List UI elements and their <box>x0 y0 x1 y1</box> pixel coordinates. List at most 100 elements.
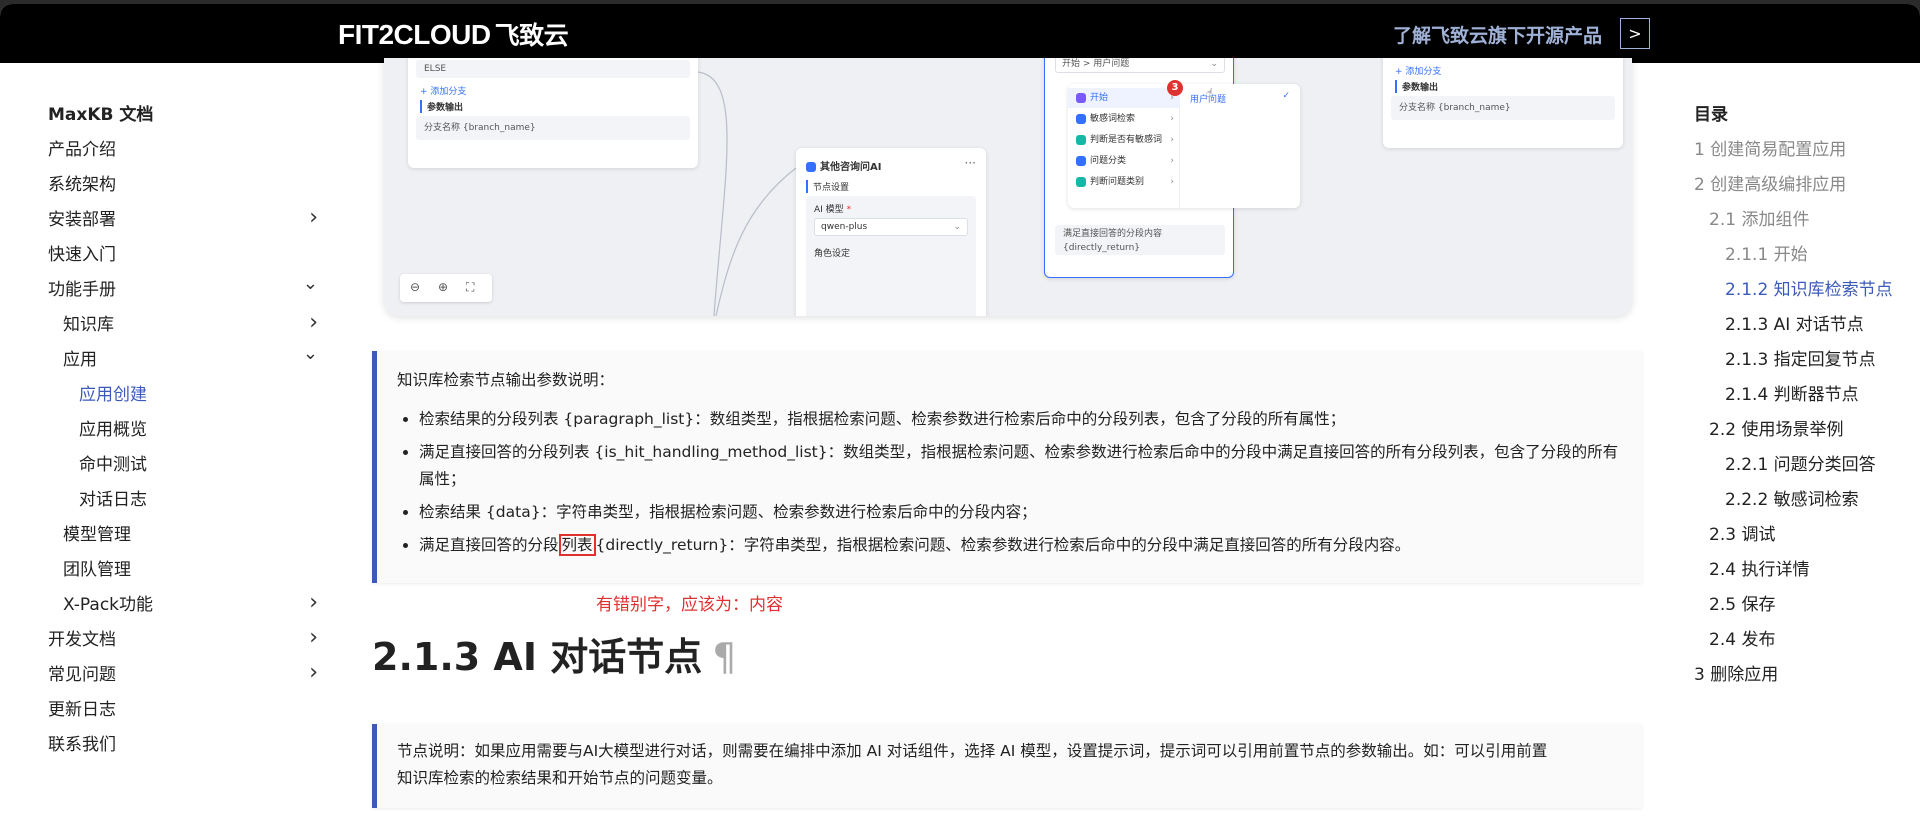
chevron-right-icon[interactable]: > <box>1620 18 1650 49</box>
sidebar-item[interactable]: X-Pack功能 › <box>48 588 318 623</box>
chevron-right-icon[interactable]: › <box>309 586 318 620</box>
variable-select-value: 开始 > 用户问题 <box>1062 59 1130 69</box>
right-condition-node-card: + 添加分支 参数输出 分支名称 {branch_name} <box>1383 58 1623 148</box>
toc-item[interactable]: 2.5 保存 <box>1694 588 1920 623</box>
sidebar-item-label: 命中测试 <box>79 455 147 475</box>
toc-item[interactable]: 3 删除应用 <box>1694 658 1920 693</box>
sidebar-item[interactable]: 知识库 › <box>48 308 318 343</box>
toc-item[interactable]: 2.3 调试 <box>1694 518 1920 553</box>
sidebar-item[interactable]: 应用 ⌄ <box>48 343 318 378</box>
fit-view-icon: ⛶ <box>466 280 475 294</box>
ai-chat-node-card: 其他咨询问AI ··· 节点设置 AI 模型 * qwen-plus ⌄ 角色设… <box>796 148 986 316</box>
sidebar-item[interactable]: 产品介绍 <box>48 133 318 168</box>
brand-name-cn: 飞致云 <box>494 21 569 50</box>
chevron-down-icon: ⌄ <box>953 222 961 232</box>
toc-item[interactable]: 2.1.4 判断器节点 <box>1694 378 1920 413</box>
chevron-right-icon[interactable]: › <box>309 201 318 235</box>
ai-node-info-line2: 知识库检索的检索结果和开始节点的问题变量。 <box>397 769 723 787</box>
right-add-branch-link: + 添加分支 <box>1395 67 1442 77</box>
sidebar-item-label: 应用概览 <box>79 420 147 440</box>
ai-model-label: AI 模型 <box>814 205 844 215</box>
sidebar-item-label: 应用创建 <box>79 385 147 405</box>
sidebar-item-label: 系统架构 <box>48 175 116 195</box>
ai-node-title-row: 其他咨询问AI <box>806 158 881 173</box>
sidebar-item-label: 产品介绍 <box>48 140 116 160</box>
cursor-pointer-icon: ☝ <box>1206 86 1214 100</box>
sidebar-item[interactable]: 应用创建 <box>48 378 318 413</box>
cascader-option-label: 敏感词检索 <box>1090 114 1136 124</box>
heading-anchor-link[interactable]: ¶ <box>712 635 736 679</box>
sidebar-item-label: 知识库 <box>63 315 114 335</box>
cascader-option-label: 判断是否有敏感词 <box>1090 135 1163 145</box>
sidebar-item-label: 团队管理 <box>63 560 131 580</box>
sidebar-item-label: 应用 <box>63 350 97 370</box>
list-item: 检索结果 {data}：字符串类型，指根据检索问题、检索参数进行检索后命中的分段… <box>419 499 1622 526</box>
sidebar-item[interactable]: 应用概览 <box>48 413 318 448</box>
node-type-icon <box>1076 113 1086 124</box>
toc-item[interactable]: 1 创建简易配置应用 <box>1694 133 1920 168</box>
sidebar-item[interactable]: 联系我们 <box>48 728 318 763</box>
chevron-down-icon: ⌄ <box>1210 59 1218 69</box>
chevron-right-icon[interactable]: › <box>309 656 318 690</box>
sidebar-item[interactable]: 快速入门 <box>48 238 318 273</box>
cascader-option[interactable]: 敏感词检索 › <box>1068 109 1180 129</box>
toc-item[interactable]: 2.1.2 知识库检索节点 <box>1694 273 1920 308</box>
typo-annotation: 有错别字，应该为：内容 <box>596 595 783 615</box>
table-of-contents: 目录 1 创建简易配置应用 2 创建高级编排应用 2.1 添加组件 2.1.1 开始 2.… <box>1694 98 1920 693</box>
sidebar-item-label: 更新日志 <box>48 700 116 720</box>
node-type-icon <box>1076 155 1086 166</box>
direct-return-field-line1: 满足直接回答的分段内容 <box>1063 229 1163 239</box>
sidebar-item[interactable]: 常见问题 › <box>48 658 318 693</box>
toc-item[interactable]: 2.4 执行详情 <box>1694 553 1920 588</box>
variable-select: 开始 > 用户问题 ⌄ <box>1055 58 1225 73</box>
chevron-down-icon[interactable]: ⌄ <box>303 337 318 371</box>
sidebar-item[interactable]: 安装部署 › <box>48 203 318 238</box>
toc-item[interactable]: 2.2 使用场景举例 <box>1694 413 1920 448</box>
cascader-option[interactable]: 问题分类 › <box>1068 151 1180 171</box>
chevron-right-icon: › <box>1170 156 1174 166</box>
retrieval-output-info-block: 知识库检索节点输出参数说明： 检索结果的分段列表 {paragraph_list… <box>372 351 1642 583</box>
sidebar-item[interactable]: 开发文档 › <box>48 623 318 658</box>
sidebar-item[interactable]: 功能手册 ⌄ <box>48 273 318 308</box>
variable-cascader-menu: 开始 › 敏感词检索 › 判断是否有敏感词 › 问题分类 › 判断问题类别 › 用户问题 ✓ <box>1068 84 1300 208</box>
ai-node-info-block: 节点说明：如果应用需要与AI大模型进行对话，则需要在编排中添加 AI 对话组件，… <box>372 724 1642 808</box>
typo-highlight-box: 列表 <box>558 534 596 556</box>
sidebar-item[interactable]: 模型管理 <box>48 518 318 553</box>
toc-item[interactable]: 2.1.3 AI 对话节点 <box>1694 308 1920 343</box>
direct-return-field-line2: {directly_return} <box>1063 243 1141 253</box>
toc-item[interactable]: 2.1 添加组件 <box>1694 203 1920 238</box>
sidebar-item-label: MaxKB 文档 <box>48 105 154 125</box>
check-icon: ✓ <box>1282 91 1290 101</box>
cascader-option[interactable]: 判断问题类别 › <box>1068 172 1180 192</box>
page-frame: FIT2CLOUD 飞致云 了解飞致云旗下开源产品 > MaxKB 文档 产品介绍系… <box>0 4 1920 831</box>
chevron-right-icon[interactable]: › <box>309 306 318 340</box>
zoom-out-icon: ⊖ <box>410 280 421 294</box>
toc-item[interactable]: 2 创建高级编排应用 <box>1694 168 1920 203</box>
direct-return-field: 满足直接回答的分段内容 {directly_return} <box>1055 225 1225 255</box>
sidebar-item[interactable]: 系统架构 <box>48 168 318 203</box>
item4-pre: 满足直接回答的分段 <box>419 536 559 554</box>
toc-item[interactable]: 2.4 发布 <box>1694 623 1920 658</box>
list-item: 检索结果的分段列表 {paragraph_list}：数组类型，指根据检索问题、… <box>419 406 1622 433</box>
sidebar-item[interactable]: 对话日志 <box>48 483 318 518</box>
sidebar-item[interactable]: 更新日志 <box>48 693 318 728</box>
brand-logo[interactable]: FIT2CLOUD 飞致云 <box>338 16 569 52</box>
cascader-option-label: 问题分类 <box>1090 156 1127 166</box>
node-type-icon <box>1076 134 1086 145</box>
sidebar-item[interactable]: 命中测试 <box>48 448 318 483</box>
toc-item[interactable]: 2.2.1 问题分类回答 <box>1694 448 1920 483</box>
list-item: 满足直接回答的分段列表{directly_return}：字符串类型，指根据检索… <box>419 532 1622 559</box>
toc-item[interactable]: 2.2.2 敏感词检索 <box>1694 483 1920 518</box>
node-settings-label: 节点设置 <box>806 180 849 193</box>
chevron-right-icon: › <box>1170 177 1174 187</box>
chevron-down-icon[interactable]: ⌄ <box>303 267 318 301</box>
cascader-option[interactable]: 判断是否有敏感词 › <box>1068 130 1180 150</box>
cascader-option[interactable]: 开始 › <box>1068 88 1180 108</box>
sidebar-item[interactable]: 团队管理 <box>48 553 318 588</box>
open-source-products-link[interactable]: 了解飞致云旗下开源产品 <box>1393 21 1602 48</box>
chevron-right-icon[interactable]: › <box>309 621 318 655</box>
sidebar-item[interactable]: MaxKB 文档 <box>48 98 318 133</box>
toc-item[interactable]: 2.1.3 指定回复节点 <box>1694 343 1920 378</box>
ai-node-info-line1: 节点说明：如果应用需要与AI大模型进行对话，则需要在编排中添加 AI 对话组件，… <box>397 742 1548 760</box>
toc-item[interactable]: 2.1.1 开始 <box>1694 238 1920 273</box>
